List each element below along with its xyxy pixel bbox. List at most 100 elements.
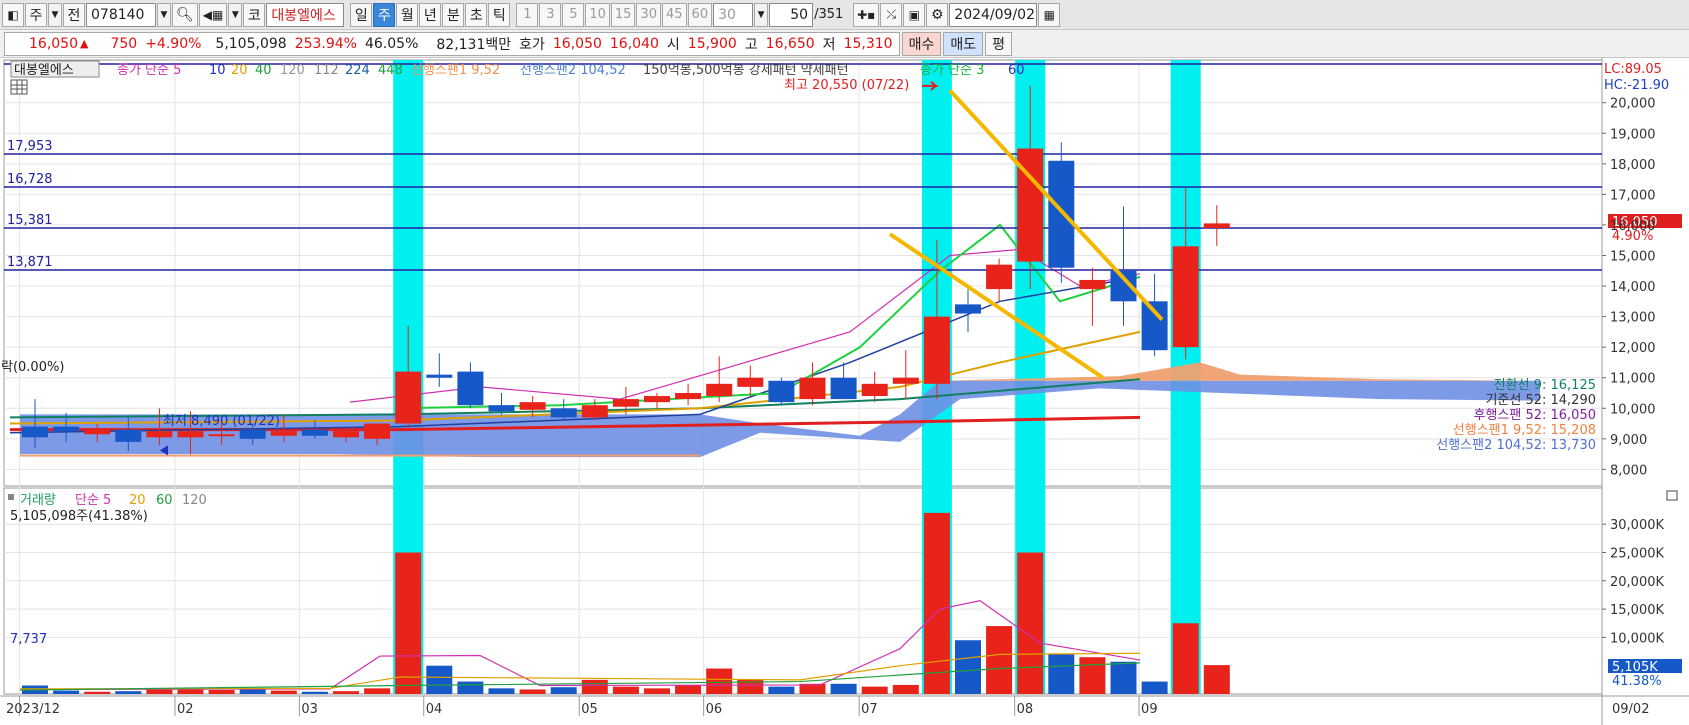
interval-10[interactable]: 10 [585,2,610,27]
interval-input[interactable]: 30 [713,2,754,27]
speaker-dropdown-icon[interactable]: ▼ [228,2,243,27]
indicator-icon[interactable]: ⤯ [880,2,903,27]
timeframe-day[interactable]: 일 [350,2,373,27]
timeframe-tick[interactable]: 틱 [488,2,511,27]
span2-legend: 선행스팬2 104,52 [520,62,626,78]
volume-ma-label: 단순 5 [75,493,111,508]
candle-body [333,431,359,438]
buy-button[interactable]: 매수 [901,31,942,56]
volume-axis-label: 15,000K [1610,603,1664,618]
pattern-legend: 150억봉,500억봉 강세패턴 약세패턴 [643,63,849,78]
calendar-icon[interactable]: ▦ [1038,2,1061,27]
ma-period-40: 40 [255,63,272,78]
candle-body [239,429,266,439]
interval-30[interactable]: 30 [636,2,661,27]
volume-ratio: 253.94% [294,35,357,52]
candle-body [1172,246,1199,348]
volume-bar [239,689,266,694]
candle-body [550,408,577,418]
open-price: 15,900 [687,35,737,52]
interval-dropdown-icon[interactable]: ▼ [754,2,769,27]
volume-ma-120: 120 [182,493,207,508]
ask-price: 16,050 [552,35,602,52]
interval-5[interactable]: 5 [562,2,585,27]
candle-body [675,392,702,400]
market-button[interactable]: 코 [243,2,266,27]
candle-body [1079,279,1106,290]
x-axis-label: 03 [301,702,318,717]
turnover-rate: 46.05% [364,35,419,52]
mode-button[interactable]: 전 [63,2,85,27]
candle-body [1141,301,1168,351]
volume-axis-label: 25,000K [1610,547,1664,562]
quote-summary: 16,050 ▲ 750 +4.90% 5,105,098 253.94% 46… [4,31,900,56]
interval-15[interactable]: 15 [610,2,636,27]
candle-body [1048,160,1075,268]
stock-code-input[interactable]: 078140 [86,2,156,27]
timeframe-week[interactable]: 주 [373,2,396,27]
timeframe-year[interactable]: 년 [419,2,442,27]
min-price-label: 최저 8,490 (01/22) [163,414,280,429]
candle-body [1203,223,1230,228]
interval-60[interactable]: 60 [687,2,713,27]
price-axis-label: 15,000 [1610,249,1656,264]
volume-axis-label: 20,000K [1610,575,1664,590]
ma-label: 종가 단순 5 [117,63,181,78]
date-input[interactable]: 2024/09/02 [949,2,1038,27]
volume-bar [84,691,111,694]
high-price: 16,650 [765,35,815,52]
search-icon[interactable]: 🔍︎ [172,2,198,27]
interval-1[interactable]: 1 [516,2,539,27]
code-dropdown-icon[interactable]: ▼ [157,2,171,27]
volume-bar [955,640,981,694]
candle-body [923,316,950,384]
interval-45[interactable]: 45 [662,2,687,27]
x-axis-label: 2023/12 [6,702,60,717]
open-label: 시 [666,36,680,53]
volume-bar [1079,657,1106,694]
bid-price: 16,040 [609,35,659,52]
price-axis-label: 8,000 [1610,463,1647,478]
table-icon[interactable] [10,79,28,95]
sell-button[interactable]: 매도 [943,31,984,56]
price-change-pct: +4.90% [145,35,202,52]
candle-body [53,426,80,432]
trade-amount: 82,131백만 [436,36,512,53]
volume-tag: 5,105K [1612,660,1658,675]
volume-tag-pct: 41.38% [1612,674,1662,689]
crosshair-icon[interactable]: ✚▪ [853,2,880,27]
eval-button[interactable]: 평 [985,31,1012,56]
gear-icon[interactable]: ⚙ [926,2,949,27]
save-icon[interactable]: ▣ [903,2,926,27]
speaker-icon[interactable]: ◀▦ [198,2,228,27]
timeframe-minute[interactable]: 분 [442,2,465,27]
volume-panel[interactable] [3,487,1603,695]
timeframe-second[interactable]: 초 [465,2,488,27]
volume-bar [923,512,950,694]
period-dropdown-icon[interactable]: ▼ [48,2,62,27]
ma-period-10: 10 [209,63,226,78]
candle-body [364,423,391,439]
candle-body [581,405,608,418]
price-axis-label: 16,000 [1610,219,1656,234]
volume-bar [488,688,515,694]
chart-area[interactable]: 17,953 16,728 15,381 13,871 대봉엘에스 종가 단순 5 1… [0,58,1689,725]
kijun-label: 기준선 52: 14,290 [1485,393,1596,408]
close-icon[interactable] [1666,490,1678,501]
layout-icon[interactable]: ◧ [2,2,24,27]
level-label: 13,871 [7,255,53,270]
candle-body [861,383,888,397]
candle-body [519,402,546,410]
count-input[interactable]: 50 [769,2,814,27]
x-axis-label: 02 [177,702,194,717]
stock-name-field[interactable]: 대봉엘에스 [266,2,345,27]
volume-bar [457,681,484,694]
candle-body [892,377,919,384]
period-select[interactable]: 주 [25,2,47,27]
lc-label: LC:89.05 [1604,62,1662,77]
x-axis-label: 09 [1141,702,1158,717]
interval-3[interactable]: 3 [539,2,562,27]
candle-body [488,405,515,412]
timeframe-month[interactable]: 월 [396,2,419,27]
span1-label: 선행스팬1 9,52: 15,208 [1453,422,1596,438]
